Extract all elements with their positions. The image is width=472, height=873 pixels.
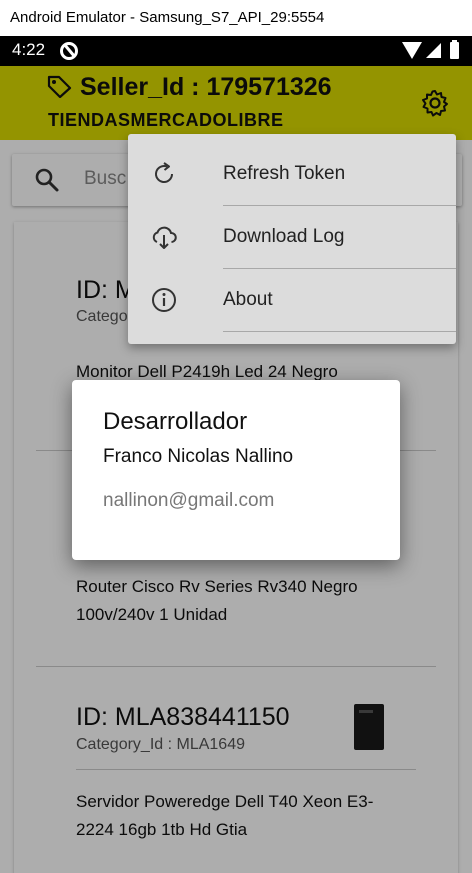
menu-item-label: Refresh Token <box>223 163 346 184</box>
divider <box>223 205 456 206</box>
battery-icon <box>450 40 459 59</box>
divider <box>223 331 456 332</box>
developer-email[interactable]: nallinon@gmail.com <box>103 490 274 512</box>
menu-item-about[interactable]: About <box>128 270 456 332</box>
menu-item-label: Download Log <box>223 226 345 247</box>
status-time: 4:22 <box>12 40 46 59</box>
refresh-icon <box>155 162 173 183</box>
status-bar: 4:22 <box>0 36 472 66</box>
wifi-icon <box>402 42 422 59</box>
menu-item-download-log[interactable]: Download Log <box>128 207 456 269</box>
menu-item-label: About <box>223 289 273 310</box>
menu-item-refresh-token[interactable]: Refresh Token <box>128 144 456 206</box>
developer-name: Franco Nicolas Nallino <box>103 446 294 467</box>
window-title: Android Emulator - Samsung_S7_API_29:555… <box>10 9 325 26</box>
notification-icon <box>60 42 78 60</box>
window-title-bar: Android Emulator - Samsung_S7_API_29:555… <box>0 0 472 36</box>
signal-icon <box>426 43 441 58</box>
overflow-menu: Refresh Token Download Log About <box>128 134 456 344</box>
about-dialog: Desarrollador Franco Nicolas Nallino nal… <box>72 380 400 560</box>
dialog-title: Desarrollador <box>103 408 248 435</box>
divider <box>223 268 456 269</box>
info-icon <box>152 288 176 312</box>
cloud-download-icon <box>152 226 177 249</box>
